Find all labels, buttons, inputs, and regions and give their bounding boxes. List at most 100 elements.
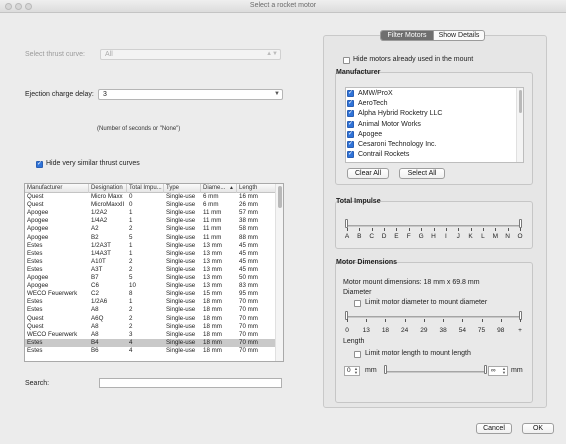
stepper-arrows-icon[interactable]: ▲ ▼ bbox=[354, 367, 358, 375]
impulse-scale-label: M bbox=[492, 233, 498, 240]
table-row[interactable]: Apogee B2 5 Single-use 11 mm 88 mm bbox=[25, 234, 277, 242]
manufacturer-checkbox[interactable]: ✓ bbox=[347, 120, 354, 128]
hide-used-motors-checkbox[interactable] bbox=[343, 57, 350, 64]
diameter-scale-label: 18 bbox=[381, 327, 390, 334]
manufacturer-item[interactable]: ✓ AeroTech bbox=[346, 99, 516, 109]
ejection-delay-combobox[interactable]: 3 ▼ bbox=[98, 89, 283, 100]
length-cell: 70 mm bbox=[239, 338, 258, 346]
total-impulse-cell: 2 bbox=[129, 306, 133, 314]
limit-length-checkbox[interactable] bbox=[354, 351, 361, 358]
manufacturer-item[interactable]: ✓ Apogee bbox=[346, 130, 516, 140]
table-row[interactable]: WECO Feuerwerk A8 3 Single-use 18 mm 70 mm bbox=[25, 331, 277, 339]
impulse-scale-label: F bbox=[406, 233, 411, 240]
table-row[interactable]: Estes A8 2 Single-use 18 mm 70 mm bbox=[25, 306, 277, 314]
table-row[interactable]: Estes A3T 2 Single-use 13 mm 45 mm bbox=[25, 266, 277, 274]
type-cell: Single-use bbox=[166, 338, 196, 346]
total-impulse-cell: 8 bbox=[129, 290, 133, 298]
sort-ascending-icon: ▲ bbox=[229, 185, 234, 191]
manufacturer-cell: Quest bbox=[27, 322, 44, 330]
manufacturer-list-scrollbar[interactable] bbox=[516, 88, 523, 162]
ok-button[interactable]: OK bbox=[522, 423, 554, 434]
length-min-stepper[interactable]: 0 ▲ ▼ bbox=[344, 366, 360, 376]
stepper-arrows-icon[interactable]: ▲ ▼ bbox=[502, 367, 506, 375]
type-cell: Single-use bbox=[166, 330, 196, 338]
manufacturer-scroll-thumb[interactable] bbox=[519, 90, 522, 113]
chevron-down-icon[interactable]: ▼ bbox=[274, 90, 280, 99]
impulse-scale-label: L bbox=[481, 233, 485, 240]
diameter-range-track[interactable] bbox=[347, 316, 521, 318]
hide-similar-checkbox[interactable]: ✓ bbox=[36, 161, 43, 168]
column-header-length[interactable]: Length bbox=[237, 184, 277, 193]
manufacturer-item[interactable]: ✓ AMW/ProX bbox=[346, 89, 516, 99]
table-row[interactable]: Apogee A2 2 Single-use 11 mm 58 mm bbox=[25, 225, 277, 233]
designation-cell: A3T bbox=[91, 265, 103, 273]
type-cell: Single-use bbox=[166, 306, 196, 314]
table-row[interactable]: Estes 1/2A6 1 Single-use 18 mm 70 mm bbox=[25, 298, 277, 306]
manufacturer-list[interactable]: ✓ Contrail Rockets ✓ Cesaroni Technology In… bbox=[345, 87, 524, 163]
column-header-diameter[interactable]: Diame... ▲ bbox=[201, 184, 237, 193]
window-title: Select a rocket motor bbox=[249, 2, 317, 9]
manufacturer-checkbox[interactable]: ✓ bbox=[347, 141, 354, 148]
manufacturer-item[interactable]: ✓ Alpha Hybrid Rocketry LLC bbox=[346, 109, 516, 119]
table-scroll-thumb[interactable] bbox=[278, 186, 282, 208]
table-row[interactable]: WECO Feuerwerk C2 8 Single-use 15 mm 95 mm bbox=[25, 290, 277, 298]
designation-cell: 1/2A6 bbox=[91, 298, 108, 306]
checkmark-icon: ✓ bbox=[348, 120, 354, 127]
table-row[interactable]: Apogee 1/2A2 1 Single-use 11 mm 57 mm bbox=[25, 209, 277, 217]
impulse-scale-label: A bbox=[344, 233, 350, 240]
table-row[interactable]: Quest MicroMaxxII 0 Single-use 6 mm 26 mm bbox=[25, 201, 277, 209]
impulse-max-handle[interactable] bbox=[519, 219, 522, 228]
tab-show-details[interactable]: Show Details bbox=[433, 31, 484, 40]
thrust-curve-select[interactable]: All ▲▼ bbox=[100, 49, 281, 60]
column-header-designation[interactable]: Designation bbox=[89, 184, 127, 193]
clear-all-button[interactable]: Clear All bbox=[347, 168, 389, 179]
impulse-min-handle[interactable] bbox=[345, 219, 348, 228]
table-row[interactable]: Apogee C6 10 Single-use 13 mm 83 mm bbox=[25, 282, 277, 290]
length-max-value: ∞ bbox=[491, 367, 496, 374]
table-row[interactable]: Estes 1/4A3T 1 Single-use 13 mm 45 mm bbox=[25, 250, 277, 258]
manufacturer-checkbox[interactable]: ✓ bbox=[347, 100, 354, 108]
manufacturer-item[interactable]: ✓ Contrail Rockets bbox=[346, 150, 516, 160]
diameter-cell: 18 mm bbox=[203, 330, 222, 338]
table-vertical-scrollbar[interactable] bbox=[275, 184, 283, 361]
impulse-scale-label: N bbox=[505, 233, 510, 240]
ejection-delay-label: Ejection charge delay: bbox=[25, 91, 94, 98]
tab-filter-motors[interactable]: Filter Motors bbox=[381, 31, 433, 40]
table-row[interactable]: Quest A6Q 2 Single-use 18 mm 70 mm bbox=[25, 315, 277, 323]
column-header-total-impulse[interactable]: Total Impu... bbox=[127, 184, 164, 193]
manufacturer-item[interactable]: ✓ Cesaroni Technology Inc. bbox=[346, 140, 516, 150]
search-input[interactable] bbox=[99, 378, 282, 388]
diameter-scale-tick bbox=[423, 319, 425, 322]
length-max-stepper[interactable]: ∞ ▲ ▼ bbox=[488, 366, 508, 376]
table-row[interactable]: Estes B6 4 Single-use 18 mm 70 mm bbox=[25, 347, 277, 355]
length-cell: 95 mm bbox=[239, 290, 258, 298]
diameter-scale-tick bbox=[481, 319, 483, 322]
impulse-range-track[interactable] bbox=[347, 225, 521, 227]
manufacturer-cell: Apogee bbox=[27, 225, 49, 233]
manufacturer-checkbox[interactable]: ✓ bbox=[347, 130, 354, 138]
table-row[interactable]: Estes B4 4 Single-use 18 mm 70 mm bbox=[25, 338, 277, 347]
impulse-scale-tick bbox=[371, 228, 373, 231]
length-min-handle[interactable] bbox=[384, 365, 387, 374]
table-row[interactable]: Estes 1/2A3T 1 Single-use 13 mm 45 mm bbox=[25, 242, 277, 250]
manufacturer-item[interactable]: ✓ Animal Motor Works bbox=[346, 120, 516, 130]
length-cell: 45 mm bbox=[239, 241, 258, 249]
manufacturer-checkbox[interactable]: ✓ bbox=[347, 90, 354, 97]
designation-cell: 1/4A2 bbox=[91, 217, 108, 225]
motor-table[interactable]: Manufacturer Designation Total Impu... T… bbox=[24, 183, 284, 362]
table-row[interactable]: Apogee 1/4A2 1 Single-use 11 mm 38 mm bbox=[25, 217, 277, 225]
cancel-button[interactable]: Cancel bbox=[476, 423, 512, 434]
length-range-track[interactable] bbox=[386, 371, 486, 373]
manufacturer-checkbox[interactable]: ✓ bbox=[347, 151, 354, 159]
manufacturer-checkbox[interactable]: ✓ bbox=[347, 110, 354, 118]
column-header-type[interactable]: Type bbox=[164, 184, 201, 193]
select-all-button[interactable]: Select All bbox=[399, 168, 445, 179]
table-row[interactable]: Quest A8 2 Single-use 18 mm 70 mm bbox=[25, 323, 277, 331]
column-header-manufacturer[interactable]: Manufacturer bbox=[25, 184, 89, 193]
table-row[interactable]: Apogee B7 5 Single-use 13 mm 50 mm bbox=[25, 274, 277, 282]
limit-diameter-checkbox[interactable] bbox=[354, 300, 361, 307]
table-row[interactable]: Estes A10T 2 Single-use 13 mm 45 mm bbox=[25, 258, 277, 266]
length-max-handle[interactable] bbox=[484, 365, 487, 374]
diameter-scale-label: 38 bbox=[439, 327, 447, 334]
table-row[interactable]: Quest Micro Maxx 0 Single-use 6 mm 16 mm bbox=[25, 193, 277, 201]
